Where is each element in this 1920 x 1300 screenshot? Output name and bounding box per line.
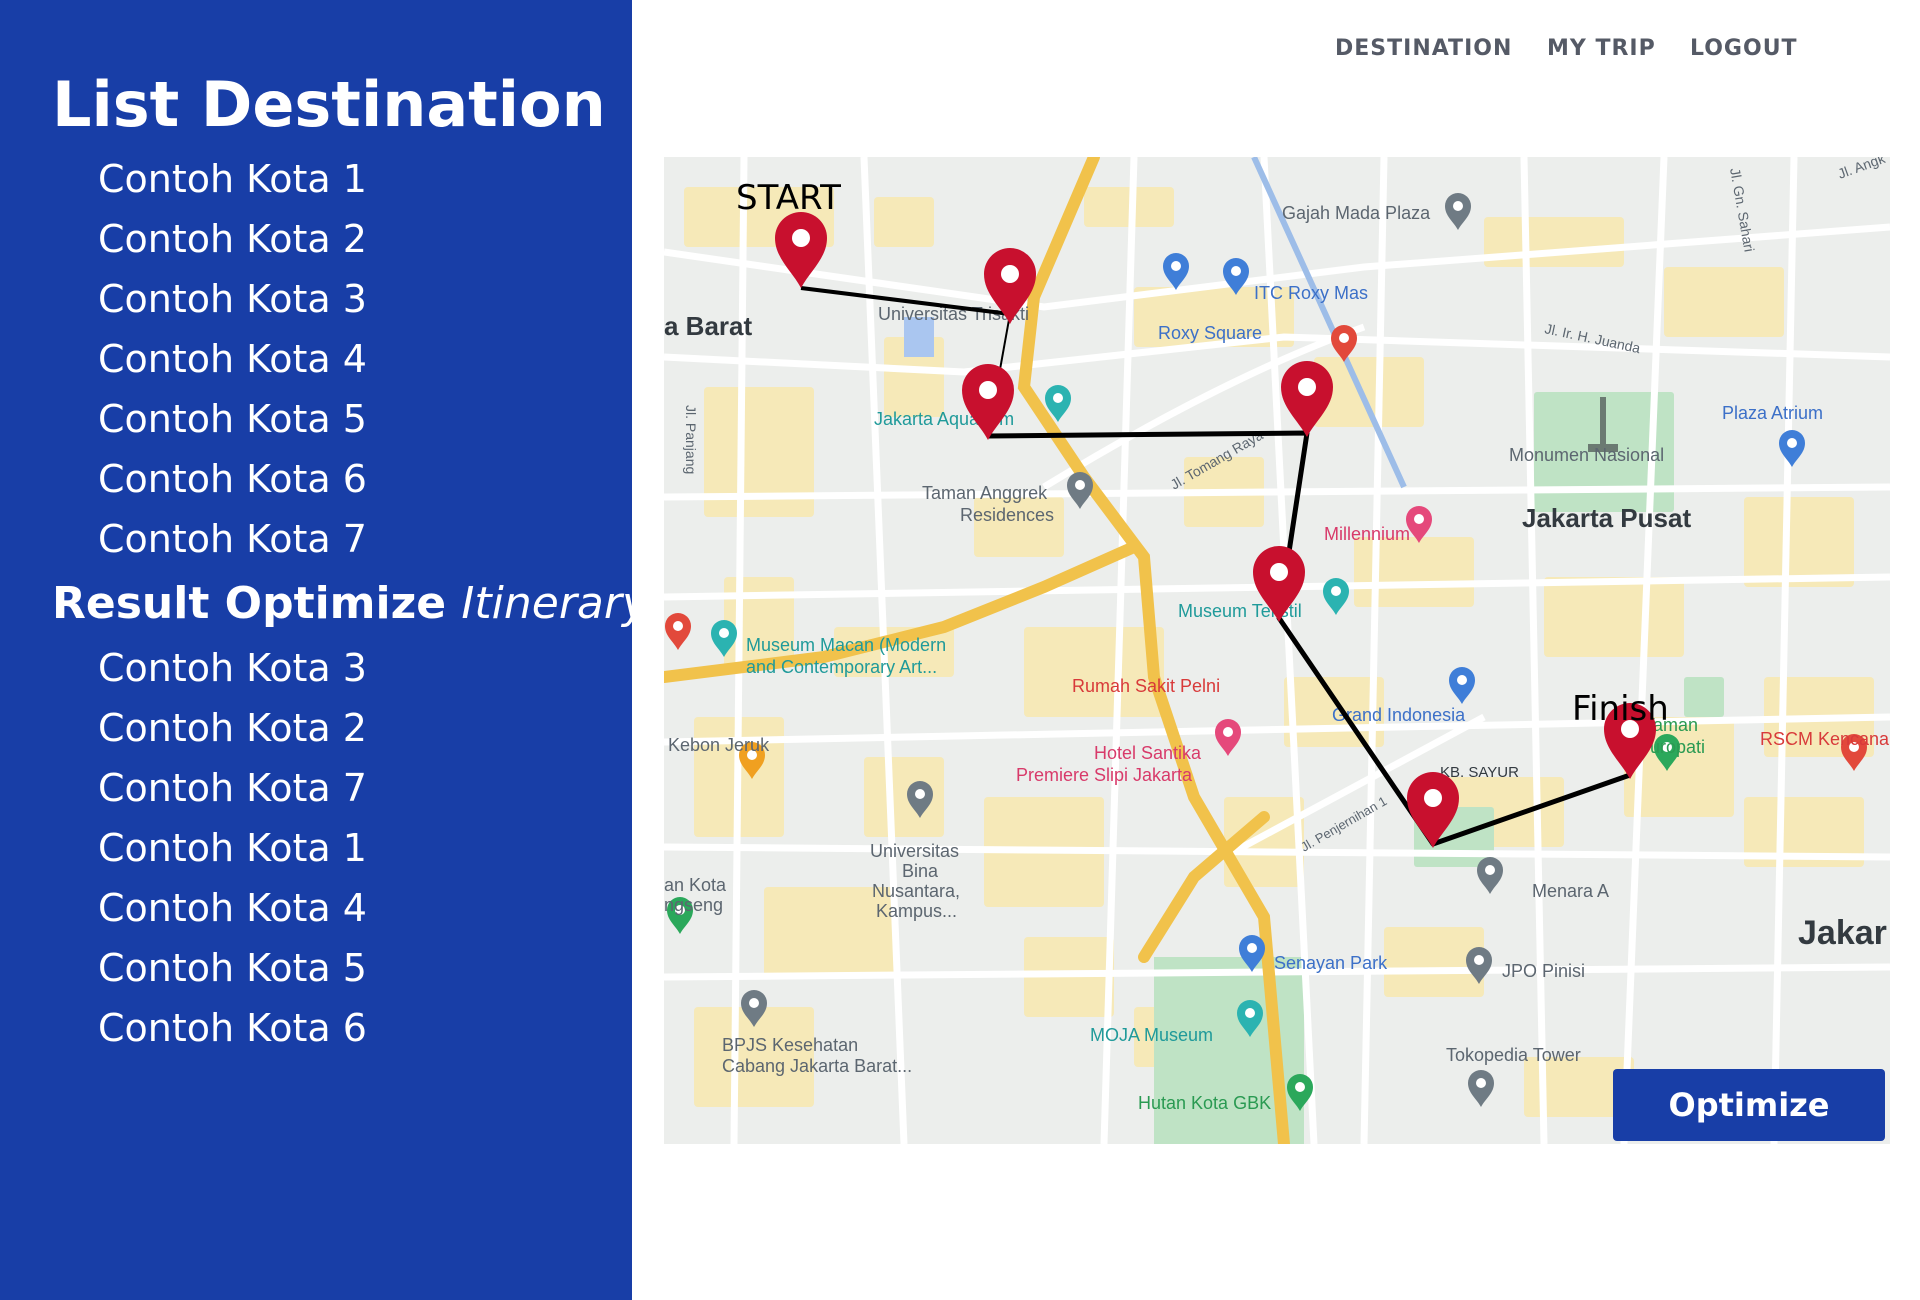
map-label: Kebon Jeruk	[668, 735, 770, 755]
result-itinerary-list: Contoh Kota 3 Contoh Kota 2 Contoh Kota …	[98, 638, 367, 1058]
map-label: and Contemporary Art...	[746, 657, 937, 677]
map-label: Tokopedia Tower	[1446, 1045, 1581, 1065]
destination-item[interactable]: Contoh Kota 5	[98, 389, 367, 449]
map-label: Nusantara,	[872, 881, 960, 901]
map-label: KB. SAYUR	[1440, 764, 1519, 781]
map-label: Taman Anggrek	[922, 483, 1048, 503]
result-item[interactable]: Contoh Kota 5	[98, 938, 367, 998]
result-item[interactable]: Contoh Kota 6	[98, 998, 367, 1058]
map-label: Kampus...	[876, 901, 957, 921]
result-title-text: Result Optimize	[52, 578, 447, 629]
nav-destination-link[interactable]: DESTINATION	[1335, 36, 1512, 61]
result-title-italic: Itinerary	[461, 578, 648, 629]
result-item[interactable]: Contoh Kota 7	[98, 758, 367, 818]
nav-my-trip-link[interactable]: MY TRIP	[1547, 36, 1656, 61]
map-label: Cabang Jakarta Barat...	[722, 1056, 912, 1076]
result-item[interactable]: Contoh Kota 3	[98, 638, 367, 698]
optimize-button[interactable]: Optimize	[1613, 1069, 1885, 1141]
map-label: Jakarta Pusat	[1522, 503, 1691, 533]
map-label: Museum Macan (Modern	[746, 635, 946, 655]
map-label: MOJA Museum	[1090, 1025, 1213, 1045]
map-label: Roxy Square	[1158, 323, 1262, 343]
map-label: Senayan Park	[1274, 953, 1388, 973]
map-label: BPJS Kesehatan	[722, 1035, 858, 1055]
destination-item[interactable]: Contoh Kota 4	[98, 329, 367, 389]
destination-item[interactable]: Contoh Kota 3	[98, 269, 367, 329]
map-label: Residences	[960, 505, 1054, 525]
map-label: Rumah Sakit Pelni	[1072, 676, 1220, 696]
map-label: a Barat	[664, 311, 752, 341]
top-navigation: DESTINATION MY TRIP LOGOUT	[1300, 36, 1820, 70]
map-label: Jakar	[1798, 914, 1887, 952]
map-label: ngseng	[664, 895, 723, 915]
map-label: Millennium	[1324, 524, 1410, 544]
map-label: Gajah Mada Plaza	[1282, 203, 1431, 223]
result-item[interactable]: Contoh Kota 2	[98, 698, 367, 758]
map-label: Jl. Panjang	[683, 405, 699, 474]
map-label: RSCM Kencana	[1760, 729, 1890, 749]
destination-item[interactable]: Contoh Kota 2	[98, 209, 367, 269]
map-label: Premiere Slipi Jakarta	[1016, 765, 1193, 785]
map-label: Bina	[902, 861, 939, 881]
map-label: ITC Roxy Mas	[1254, 283, 1368, 303]
map-label: an Kota	[664, 875, 727, 895]
map-label: Menara A	[1532, 881, 1609, 901]
destination-item[interactable]: Contoh Kota 1	[98, 149, 367, 209]
route-map[interactable]: Gajah Mada Plaza ITC Roxy Mas Roxy Squar…	[664, 157, 1890, 1144]
result-item[interactable]: Contoh Kota 1	[98, 818, 367, 878]
list-destination-title: List Destination	[52, 68, 606, 141]
result-item[interactable]: Contoh Kota 4	[98, 878, 367, 938]
map-label: Monumen Nasional	[1509, 445, 1664, 465]
sidebar: List Destination Contoh Kota 1 Contoh Ko…	[0, 0, 648, 1300]
map-label: Hotel Santika	[1094, 743, 1202, 763]
map-label: Plaza Atrium	[1722, 403, 1823, 423]
destination-list: Contoh Kota 1 Contoh Kota 2 Contoh Kota …	[98, 149, 367, 569]
finish-label: Finish	[1572, 689, 1669, 729]
destination-item[interactable]: Contoh Kota 7	[98, 509, 367, 569]
destination-item[interactable]: Contoh Kota 6	[98, 449, 367, 509]
start-label: START	[736, 178, 841, 218]
result-itinerary-title: Result Optimize Itinerary	[52, 578, 648, 629]
map-label: JPO Pinisi	[1502, 961, 1585, 981]
nav-logout-link[interactable]: LOGOUT	[1690, 36, 1798, 61]
map-label: Hutan Kota GBK	[1138, 1093, 1271, 1113]
map-label: Universitas	[870, 841, 959, 861]
